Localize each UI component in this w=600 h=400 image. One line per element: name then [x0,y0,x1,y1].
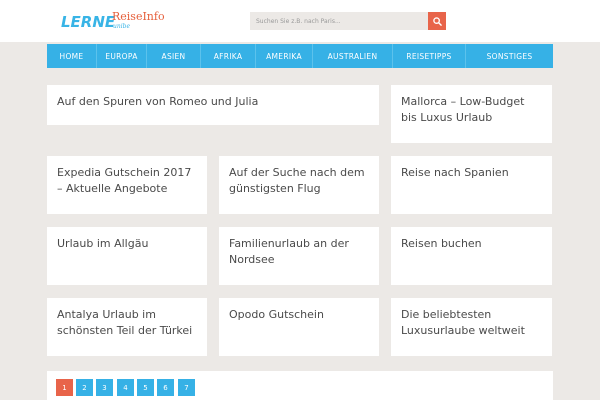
page-link-5[interactable]: 5 [137,379,154,396]
nav-item-home[interactable]: HOME [47,44,97,68]
logo-text-sub: unibe [113,23,131,30]
article-card[interactable]: Opodo Gutschein [219,298,379,356]
nav-item-reisetipps[interactable]: REISETIPPS [393,44,466,68]
page-link-3[interactable]: 3 [96,379,113,396]
pagination: 1 2 3 4 5 6 7 [47,371,553,400]
article-card[interactable]: Expedia Gutschein 2017 – Aktuelle Angebo… [47,156,207,214]
article-card[interactable]: Familienurlaub an der Nordsee [219,227,379,285]
nav-item-europa[interactable]: EUROPA [97,44,147,68]
site-header: LERNE ReiseInfo unibe [0,0,600,42]
nav-item-afrika[interactable]: AFRIKA [201,44,256,68]
main-nav: HOME EUROPA ASIEN AFRIKA AMERIKA AUSTRAL… [47,44,553,68]
search-button[interactable] [428,12,446,30]
page-link-2[interactable]: 2 [76,379,93,396]
article-card[interactable]: Mallorca – Low-Budget bis Luxus Urlaub [391,85,552,143]
nav-item-asien[interactable]: ASIEN [147,44,201,68]
article-card[interactable]: Die beliebtesten Luxusurlaube weltweit [391,298,552,356]
article-card[interactable]: Reise nach Spanien [391,156,552,214]
article-card[interactable]: Auf der Suche nach dem günstigsten Flug [219,156,379,214]
logo-text-lerne: LERNE [61,13,116,31]
nav-item-australien[interactable]: AUSTRALIEN [313,44,393,68]
article-card[interactable]: Auf den Spuren von Romeo und Julia [47,85,379,125]
search-input[interactable] [250,12,428,30]
logo-text-reiseinfo: ReiseInfo [112,10,165,23]
page-link-6[interactable]: 6 [157,379,174,396]
page-link-4[interactable]: 4 [117,379,134,396]
article-card[interactable]: Reisen buchen [391,227,552,285]
article-card[interactable]: Antalya Urlaub im schönsten Teil der Tür… [47,298,207,356]
nav-item-amerika[interactable]: AMERIKA [256,44,313,68]
search-icon [432,16,442,26]
page-link-1[interactable]: 1 [56,379,73,396]
article-card[interactable]: Urlaub im Allgäu [47,227,207,285]
site-logo[interactable]: LERNE ReiseInfo unibe [61,9,171,35]
page-link-7[interactable]: 7 [178,379,195,396]
nav-item-sonstiges[interactable]: SONSTIGES [466,44,553,68]
